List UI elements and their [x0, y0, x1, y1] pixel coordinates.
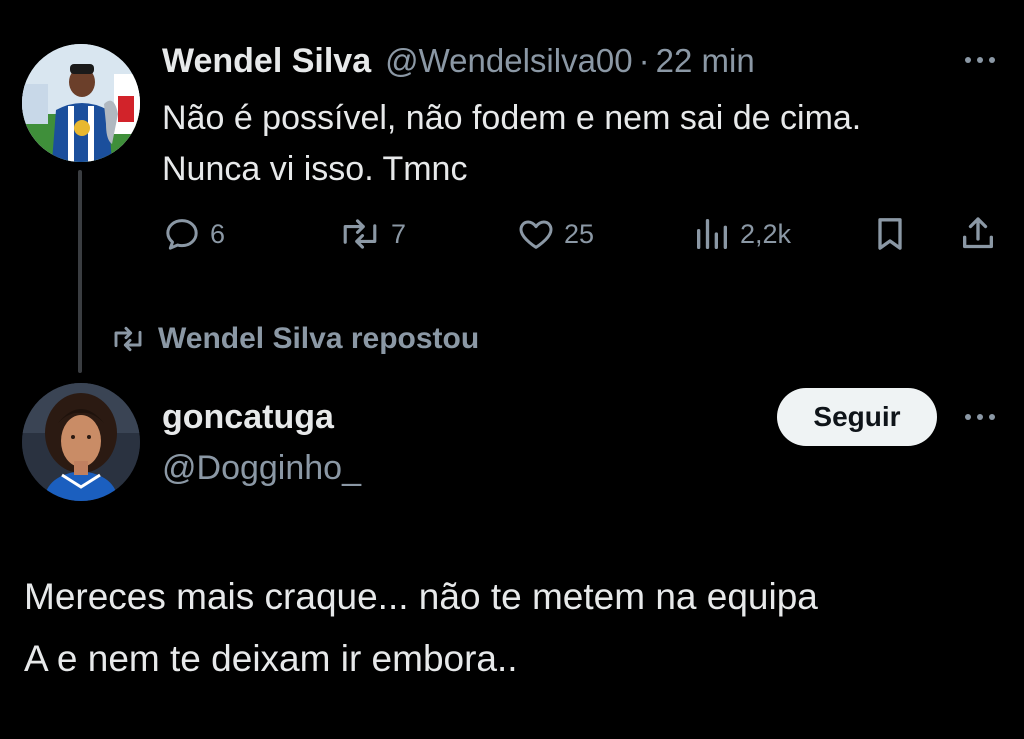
more-options-icon[interactable] [962, 407, 998, 433]
header-separator: · [638, 42, 650, 79]
bookmark-button[interactable] [870, 214, 910, 254]
tweet-timestamp[interactable]: 22 min [656, 42, 755, 80]
thread-connector-line [78, 170, 82, 373]
reply-button[interactable]: 6 [162, 214, 225, 254]
repost-context-label: Wendel Silva repostou [158, 322, 480, 355]
views-button[interactable]: 2,2k [692, 214, 791, 254]
tweet-text: Mereces mais craque... não te metem na e… [24, 566, 818, 690]
tweet-text: Não é possível, não fodem e nem sai de c… [162, 93, 861, 195]
author-handle[interactable]: @Wendelsilva00 [385, 42, 633, 80]
share-button[interactable] [958, 214, 998, 254]
avatar-photo [22, 383, 140, 501]
tweet-text-line: Mereces mais craque... não te metem na e… [24, 576, 818, 617]
repost-icon [343, 219, 377, 249]
like-button[interactable]: 25 [516, 214, 594, 254]
reply-icon [166, 219, 198, 250]
author-handle[interactable]: @Dogginho_ [162, 449, 361, 488]
follow-button[interactable]: Seguir [777, 388, 937, 446]
repost-context[interactable]: Wendel Silva repostou [108, 322, 479, 356]
avatar-wendel-silva[interactable] [22, 44, 140, 162]
tweet-text-line: A e nem te deixam ir embora.. [24, 638, 518, 679]
author-name[interactable]: goncatuga [162, 398, 334, 437]
avatar-photo [22, 44, 140, 162]
author-name[interactable]: Wendel Silva [162, 42, 371, 81]
ellipsis-icon [965, 57, 995, 63]
analytics-icon [697, 219, 727, 249]
ellipsis-icon [965, 414, 995, 420]
repost-count: 7 [391, 218, 407, 249]
like-count: 25 [564, 218, 595, 249]
tweet-text-line: Nunca vi isso. Tmnc [162, 150, 468, 188]
repost-icon [114, 326, 142, 352]
bookmark-icon [878, 218, 902, 250]
avatar-goncatuga[interactable] [22, 383, 140, 501]
views-count: 2,2k [740, 218, 792, 249]
heart-icon [519, 220, 553, 249]
repost-button[interactable]: 7 [337, 214, 406, 254]
share-icon [963, 217, 993, 249]
reply-count: 6 [210, 218, 226, 249]
tweet-header: Wendel Silva @Wendelsilva00 · 22 min [162, 42, 755, 81]
tweet-text-line: Não é possível, não fodem e nem sai de c… [162, 99, 862, 137]
more-options-icon[interactable] [962, 50, 998, 76]
